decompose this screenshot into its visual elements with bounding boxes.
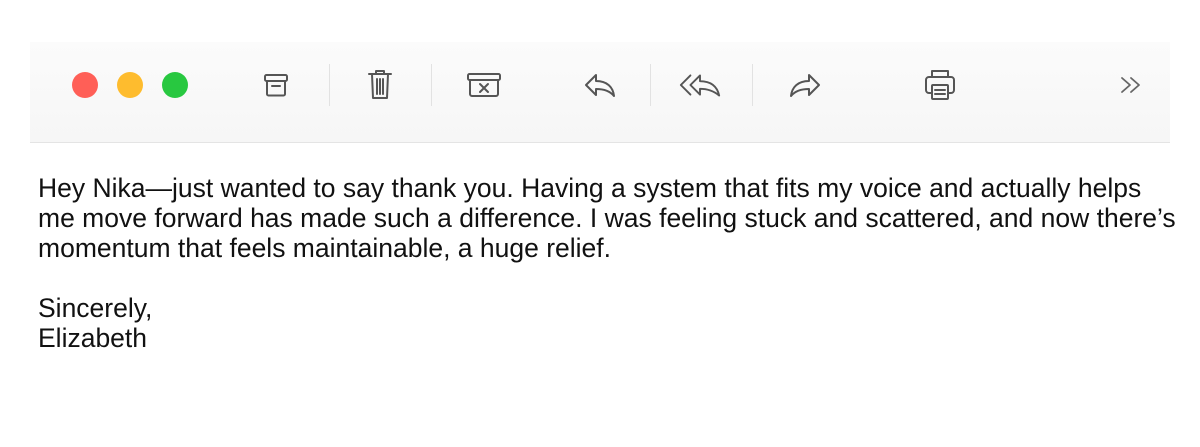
mail-window: Hey Nika—just wanted to say thank you. H… xyxy=(0,0,1200,447)
printer-icon xyxy=(925,70,955,100)
reply-button[interactable] xyxy=(577,62,623,108)
minimize-window-button[interactable] xyxy=(117,72,143,98)
archive-button[interactable] xyxy=(253,62,299,108)
chevron-double-right-icon xyxy=(1121,77,1140,93)
junk-button[interactable] xyxy=(461,62,507,108)
message-closing: Sincerely, xyxy=(38,293,153,323)
trash-icon xyxy=(368,70,392,99)
more-button[interactable] xyxy=(1108,62,1154,108)
delete-button[interactable] xyxy=(357,62,403,108)
message-body: Hey Nika—just wanted to say thank you. H… xyxy=(38,173,1178,353)
toolbar-separator xyxy=(650,64,651,106)
message-paragraph: Hey Nika—just wanted to say thank you. H… xyxy=(38,173,1176,263)
zoom-window-button[interactable] xyxy=(162,72,188,98)
archive-icon xyxy=(264,74,288,97)
reply-all-button[interactable] xyxy=(677,62,723,108)
toolbar-separator xyxy=(329,64,330,106)
message-signature: Elizabeth xyxy=(38,323,148,353)
toolbar-separator xyxy=(431,64,432,106)
print-button[interactable] xyxy=(917,62,963,108)
toolbar-separator xyxy=(752,64,753,106)
close-window-button[interactable] xyxy=(72,72,98,98)
forward-icon xyxy=(790,74,820,97)
forward-button[interactable] xyxy=(782,62,828,108)
junk-icon xyxy=(467,73,501,97)
reply-icon xyxy=(585,74,615,97)
reply-all-icon xyxy=(679,74,721,97)
toolbar xyxy=(30,42,1170,143)
